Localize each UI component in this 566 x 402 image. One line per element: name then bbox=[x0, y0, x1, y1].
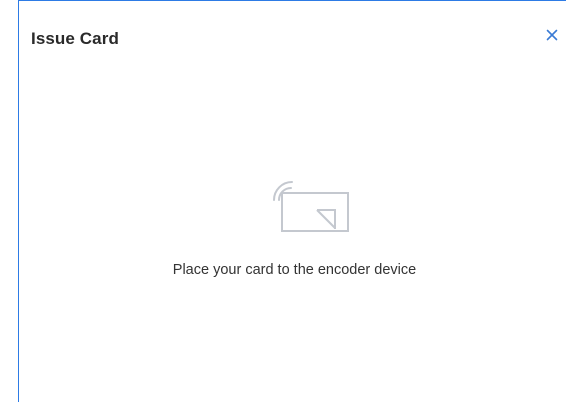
dialog-title: Issue Card bbox=[31, 29, 119, 48]
close-button[interactable] bbox=[544, 27, 560, 43]
card-encoder-icon bbox=[253, 167, 353, 233]
close-icon bbox=[544, 27, 560, 43]
dialog-header: Issue Card bbox=[19, 1, 566, 77]
issue-card-dialog: Issue Card Place your card to the encode… bbox=[18, 0, 566, 402]
instruction-text: Place your card to the encoder device bbox=[172, 262, 417, 278]
dialog-body: Place your card to the encoder device bbox=[19, 77, 566, 402]
